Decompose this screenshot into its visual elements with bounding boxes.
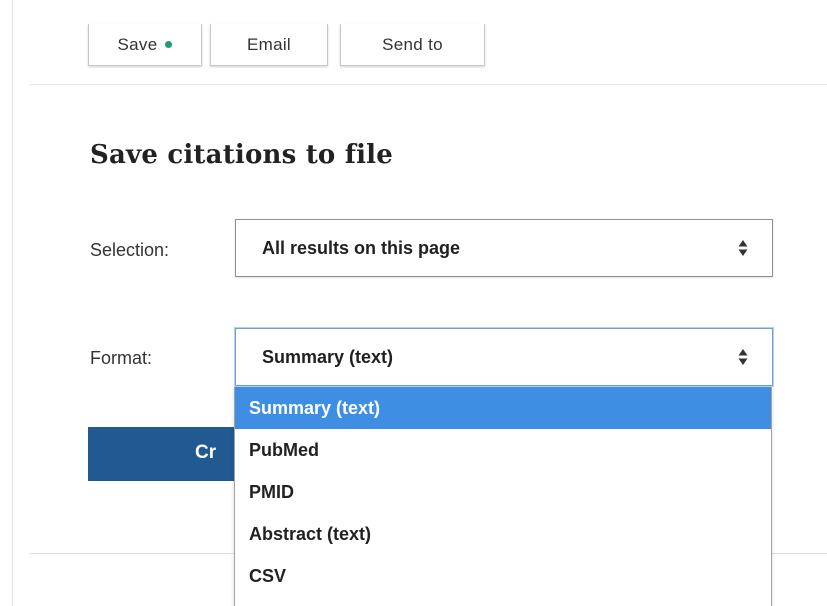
- selection-select-value: All results on this page: [262, 237, 461, 258]
- selection-select[interactable]: All results on this page: [235, 219, 773, 277]
- send-to-button-label: Send to: [382, 34, 443, 54]
- action-toolbar: Save Email Send to: [0, 0, 827, 86]
- format-label: Format:: [90, 348, 153, 368]
- send-to-button[interactable]: Send to: [340, 24, 485, 66]
- format-option-pmid[interactable]: PMID: [235, 471, 771, 513]
- email-button-label: Email: [246, 34, 291, 54]
- email-button[interactable]: Email: [210, 24, 328, 66]
- selection-label: Selection:: [90, 240, 170, 260]
- active-indicator-dot: [165, 41, 173, 48]
- toolbar-divider: [30, 84, 827, 85]
- format-select-value: Summary (text): [262, 346, 394, 367]
- format-option-pubmed[interactable]: PubMed: [235, 429, 771, 471]
- format-option-abstract-text[interactable]: Abstract (text): [235, 513, 771, 555]
- select-arrows-icon: [738, 240, 748, 256]
- format-select[interactable]: Summary (text): [235, 328, 773, 386]
- panel-title: Save citations to file: [90, 140, 393, 170]
- format-option-csv[interactable]: CSV: [235, 555, 771, 597]
- create-file-button-label: Cr: [195, 442, 217, 463]
- save-button-label: Save: [117, 34, 158, 54]
- select-arrows-icon: [738, 349, 748, 365]
- format-option-summary-text[interactable]: Summary (text): [235, 387, 771, 429]
- save-button[interactable]: Save: [88, 24, 202, 66]
- format-dropdown-list: Summary (text) PubMed PMID Abstract (tex…: [234, 387, 772, 606]
